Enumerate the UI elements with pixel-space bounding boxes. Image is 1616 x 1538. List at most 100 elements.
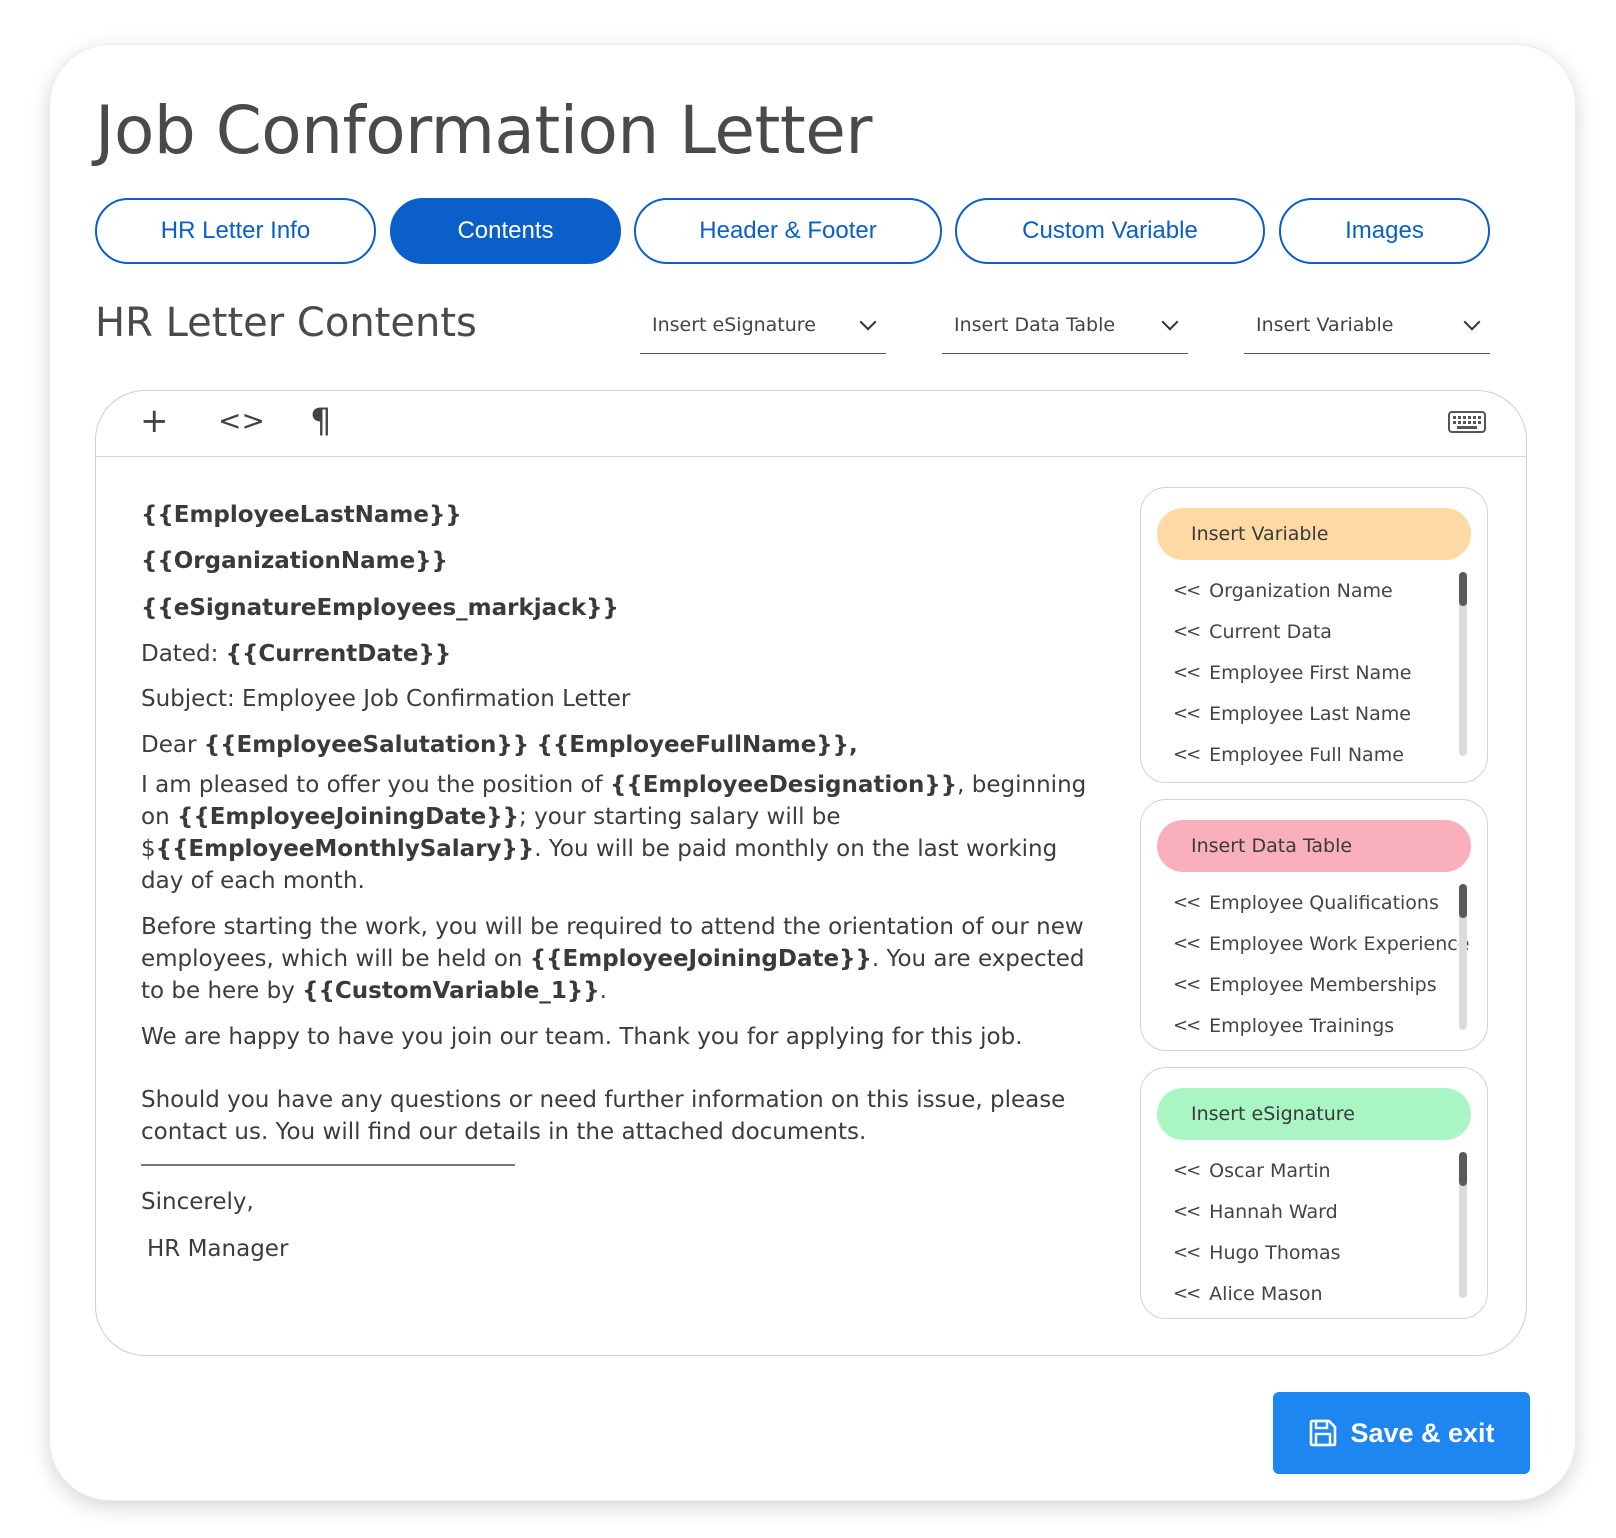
tab-header-footer[interactable]: Header & Footer — [634, 198, 942, 264]
dropdown-label: Insert eSignature — [652, 313, 816, 336]
tab-bar: HR Letter Info Contents Header & Footer … — [0, 198, 1616, 268]
chevron-down-icon — [859, 313, 877, 330]
item-label: Employee Memberships — [1209, 973, 1437, 996]
editor-toolbar: + <> ¶ — [96, 391, 1526, 457]
chevron-double-left-icon: << — [1173, 1283, 1201, 1304]
chevron-double-left-icon: << — [1173, 1160, 1201, 1181]
add-icon[interactable]: + — [140, 399, 169, 443]
list-item[interactable]: << Employee Memberships — [1173, 964, 1443, 1005]
variable-token: {{eSignatureEmployees_markjack}} — [141, 595, 619, 621]
item-label: Current Data — [1209, 620, 1332, 643]
list-item[interactable]: << Organization Name — [1173, 570, 1443, 611]
chevron-double-left-icon: << — [1173, 933, 1201, 954]
item-label: Employee Work Experience — [1209, 932, 1470, 955]
dropdown-label: Insert Variable — [1256, 313, 1394, 336]
save-icon — [1310, 1419, 1337, 1447]
list-item[interactable]: << Employee Full Name — [1173, 734, 1443, 775]
item-label: Employee Qualifications — [1209, 891, 1439, 914]
tab-custom-variable[interactable]: Custom Variable — [955, 198, 1265, 264]
esignature-list: << Oscar Martin << Hannah Ward << Hugo Thom… — [1173, 1150, 1443, 1314]
chevron-double-left-icon: << — [1173, 892, 1201, 913]
item-label: Employee Last Name — [1209, 702, 1411, 725]
insert-esignature-dropdown[interactable]: Insert eSignature — [640, 296, 886, 354]
keyboard-icon[interactable] — [1448, 411, 1486, 433]
code-view-icon[interactable]: <> — [218, 399, 265, 443]
letter-line-subject: Subject: Employee Job Confirmation Lette… — [141, 686, 631, 712]
letter-line-employee-last-name: {{EmployeeLastName}} — [141, 499, 1101, 532]
panel-header-insert-variable: Insert Variable — [1157, 508, 1471, 560]
variable-token: {{EmployeeMonthlySalary}} — [155, 836, 535, 862]
variable-token: {{CustomVariable_1}} — [302, 978, 600, 1004]
variable-token: {{EmployeeSalutation}} — [203, 732, 530, 758]
tab-contents[interactable]: Contents — [390, 198, 621, 264]
scrollbar-thumb[interactable] — [1459, 572, 1467, 606]
list-item[interactable]: << Employee Work Experience — [1173, 923, 1469, 964]
variable-token: {{CurrentDate}} — [225, 641, 452, 667]
scrollbar-thumb[interactable] — [1459, 1152, 1467, 1186]
variable-token: {{EmployeeLastName}} — [141, 502, 462, 528]
letter-line-organization: {{OrganizationName}} — [141, 545, 1101, 578]
chevron-double-left-icon: << — [1173, 1015, 1201, 1036]
letter-editor: + <> ¶ {{EmployeeLastName}} {{Organizati… — [95, 390, 1527, 1356]
list-item[interactable]: << Current Data — [1173, 611, 1443, 652]
tab-images[interactable]: Images — [1279, 198, 1490, 264]
insert-data-table-dropdown[interactable]: Insert Data Table — [942, 296, 1188, 354]
insert-variable-panel: Insert Variable << Organization Name << Cu… — [1140, 487, 1488, 783]
panel-header-insert-data-table: Insert Data Table — [1157, 820, 1471, 872]
panel-header-insert-esignature: Insert eSignature — [1157, 1088, 1471, 1140]
paragraph-icon[interactable]: ¶ — [310, 399, 332, 443]
letter-paragraph-2: Before starting the work, you will be re… — [141, 911, 1101, 1007]
list-item[interactable]: << Employee Last Name — [1173, 693, 1443, 734]
item-label: Hannah Ward — [1209, 1200, 1338, 1223]
chevron-double-left-icon: << — [1173, 1201, 1201, 1222]
esignature-scrollbar[interactable] — [1459, 1152, 1467, 1298]
dear-label: Dear — [141, 732, 204, 758]
variable-token: {{EmployeeFullName}}, — [536, 732, 858, 758]
variable-token: {{OrganizationName}} — [141, 548, 448, 574]
list-item[interactable]: << Hugo Thomas — [1173, 1232, 1443, 1273]
insert-esignature-panel: Insert eSignature << Oscar Martin << Hanna… — [1140, 1067, 1488, 1319]
item-label: Employee First Name — [1209, 661, 1412, 684]
variable-token: {{EmployeeDesignation}} — [609, 772, 958, 798]
letter-line-dear: Dear {{EmployeeSalutation}} {{EmployeeFu… — [141, 729, 1101, 762]
chevron-double-left-icon: << — [1173, 744, 1201, 765]
tab-hr-letter-info[interactable]: HR Letter Info — [95, 198, 376, 264]
save-exit-label: Save & exit — [1350, 1417, 1495, 1448]
chevron-down-icon — [1463, 313, 1481, 330]
insert-variable-dropdown[interactable]: Insert Variable — [1244, 296, 1490, 354]
list-item[interactable]: << Alice Mason — [1173, 1273, 1443, 1314]
list-item[interactable]: << Oscar Martin — [1173, 1150, 1443, 1191]
list-item[interactable]: << Hannah Ward — [1173, 1191, 1443, 1232]
chevron-double-left-icon: << — [1173, 974, 1201, 995]
letter-signature: HR Manager — [147, 1236, 289, 1262]
letter-body[interactable]: {{EmployeeLastName}} {{OrganizationName}… — [141, 499, 1101, 1266]
chevron-double-left-icon: << — [1173, 580, 1201, 601]
item-label: Employee Full Name — [1209, 743, 1404, 766]
list-item[interactable]: << Employee First Name — [1173, 652, 1443, 693]
data-table-list: << Employee Qualifications << Employee Wor… — [1173, 882, 1469, 1046]
chevron-double-left-icon: << — [1173, 703, 1201, 724]
variable-token: {{EmployeeJoiningDate}} — [529, 946, 872, 972]
item-label: Organization Name — [1209, 579, 1393, 602]
item-label: Alice Mason — [1209, 1282, 1323, 1305]
variable-list: << Organization Name << Current Data << Emp… — [1173, 570, 1443, 775]
list-item[interactable]: << Employee Qualifications — [1173, 882, 1443, 923]
text: . — [599, 978, 607, 1004]
item-label: Employee Trainings — [1209, 1014, 1395, 1037]
list-item[interactable]: << Employee Trainings — [1173, 1005, 1443, 1046]
variable-token: {{EmployeeJoiningDate}} — [176, 804, 520, 830]
letter-closing: Sincerely, — [141, 1189, 254, 1215]
chevron-double-left-icon: << — [1173, 621, 1201, 642]
insert-data-table-panel: Insert Data Table << Employee Qualificati… — [1140, 799, 1488, 1051]
scrollbar-thumb[interactable] — [1459, 884, 1467, 918]
page-title: Job Conformation Letter — [95, 92, 872, 169]
chevron-down-icon — [1161, 313, 1179, 330]
save-exit-button[interactable]: Save & exit — [1273, 1392, 1530, 1474]
chevron-double-left-icon: << — [1173, 1242, 1201, 1263]
letter-paragraph-4: Should you have any questions or need fu… — [141, 1087, 1066, 1145]
variable-scrollbar[interactable] — [1459, 572, 1467, 756]
letter-line-esignature: {{eSignatureEmployees_markjack}} — [141, 592, 1101, 625]
data-table-scrollbar[interactable] — [1459, 884, 1467, 1030]
signature-divider — [141, 1164, 515, 1166]
dated-label: Dated: — [141, 641, 226, 667]
